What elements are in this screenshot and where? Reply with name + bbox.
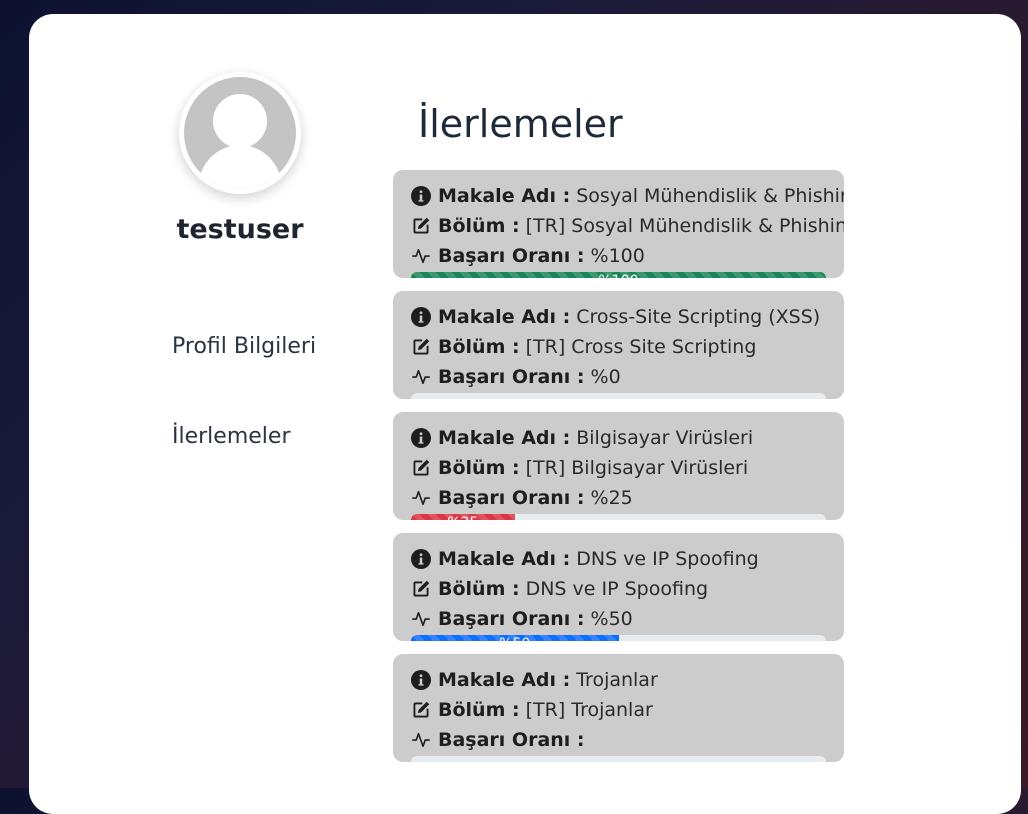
section-label: Bölüm :: [438, 336, 520, 358]
success-label: Başarı Oranı :: [438, 245, 585, 267]
section-label: Bölüm :: [438, 457, 520, 479]
info-circle-icon: [411, 549, 431, 569]
edit-icon: [411, 216, 431, 236]
article-label: Makale Adı :: [438, 669, 571, 691]
article-name: DNS ve IP Spoofing: [576, 548, 759, 570]
article-label: Makale Adı :: [438, 306, 571, 328]
success-row: Başarı Oranı : %50: [411, 604, 826, 634]
success-rate: %25: [590, 487, 633, 509]
section-row: Bölüm : DNS ve IP Spoofing: [411, 574, 826, 604]
section-row: Bölüm : [TR] Trojanlar: [411, 695, 826, 725]
article-name: Trojanlar: [576, 669, 658, 691]
nav-profile-info[interactable]: Profil Bilgileri: [172, 334, 316, 359]
success-rate: %100: [590, 245, 645, 267]
success-row: Başarı Oranı : %25: [411, 483, 826, 513]
article-name: Cross-Site Scripting (XSS): [576, 306, 821, 328]
activity-icon: [411, 730, 431, 750]
success-row: Başarı Oranı : %100: [411, 241, 826, 271]
activity-icon: [411, 609, 431, 629]
info-circle-icon: [411, 307, 431, 327]
section-name: [TR] Cross Site Scripting: [525, 336, 757, 358]
progress-bar-fill: %50: [411, 635, 619, 641]
section-row: Bölüm : [TR] Cross Site Scripting: [411, 332, 826, 362]
success-label: Başarı Oranı :: [438, 487, 585, 509]
username: testuser: [176, 214, 304, 245]
edit-icon: [411, 700, 431, 720]
section-row: Bölüm : [TR] Sosyal Mühendislik & Phishi…: [411, 211, 844, 241]
section-name: [TR] Sosyal Mühendislik & Phishing: [525, 215, 844, 237]
activity-icon: [411, 246, 431, 266]
progress-bar: %100: [411, 272, 826, 278]
success-label: Başarı Oranı :: [438, 366, 585, 388]
edit-icon: [411, 337, 431, 357]
article-row: Makale Adı : Sosyal Mühendislik & Phishi…: [411, 181, 844, 211]
section-name: [TR] Trojanlar: [525, 699, 653, 721]
section-name: [TR] Bilgisayar Virüsleri: [525, 457, 749, 479]
progress-card: Makale Adı : Trojanlar Bölüm : [TR] Troj…: [393, 654, 844, 762]
avatar: [179, 72, 301, 194]
progress-bar: [411, 393, 826, 399]
success-rate: %50: [590, 608, 633, 630]
info-circle-icon: [411, 670, 431, 690]
article-row: Makale Adı : Cross-Site Scripting (XSS): [411, 302, 826, 332]
article-name: Bilgisayar Virüsleri: [576, 427, 754, 449]
info-circle-icon: [411, 428, 431, 448]
user-avatar-icon: [184, 77, 296, 189]
progress-card: Makale Adı : Sosyal Mühendislik & Phishi…: [393, 170, 844, 278]
article-row: Makale Adı : DNS ve IP Spoofing: [411, 544, 826, 574]
article-label: Makale Adı :: [438, 548, 571, 570]
section-label: Bölüm :: [438, 578, 520, 600]
progress-card: Makale Adı : Bilgisayar Virüsleri Bölüm …: [393, 412, 844, 520]
progress-bar: %25: [411, 514, 826, 520]
section-label: Bölüm :: [438, 699, 520, 721]
activity-icon: [411, 367, 431, 387]
section-name: DNS ve IP Spoofing: [525, 578, 709, 600]
section-row: Bölüm : [TR] Bilgisayar Virüsleri: [411, 453, 826, 483]
activity-icon: [411, 488, 431, 508]
progress-bar-fill: %25: [411, 514, 515, 520]
article-label: Makale Adı :: [438, 427, 571, 449]
article-name: Sosyal Mühendislik & Phishing: [576, 185, 844, 207]
article-row: Makale Adı : Trojanlar: [411, 665, 826, 695]
progress-bar: [411, 756, 826, 762]
success-label: Başarı Oranı :: [438, 729, 585, 751]
article-label: Makale Adı :: [438, 185, 571, 207]
progress-card: Makale Adı : Cross-Site Scripting (XSS) …: [393, 291, 844, 399]
article-row: Makale Adı : Bilgisayar Virüsleri: [411, 423, 826, 453]
info-circle-icon: [411, 186, 431, 206]
progress-list: Makale Adı : Sosyal Mühendislik & Phishi…: [393, 170, 844, 775]
progress-bar-fill: %100: [411, 272, 826, 278]
progress-card: Makale Adı : DNS ve IP Spoofing Bölüm : …: [393, 533, 844, 641]
edit-icon: [411, 579, 431, 599]
nav-progress[interactable]: İlerlemeler: [172, 424, 291, 449]
success-row: Başarı Oranı : %0: [411, 362, 826, 392]
success-row: Başarı Oranı :: [411, 725, 826, 755]
section-label: Bölüm :: [438, 215, 520, 237]
success-rate: %0: [590, 366, 621, 388]
edit-icon: [411, 458, 431, 478]
page-title: İlerlemeler: [418, 102, 623, 146]
success-label: Başarı Oranı :: [438, 608, 585, 630]
progress-bar: %50: [411, 635, 826, 641]
